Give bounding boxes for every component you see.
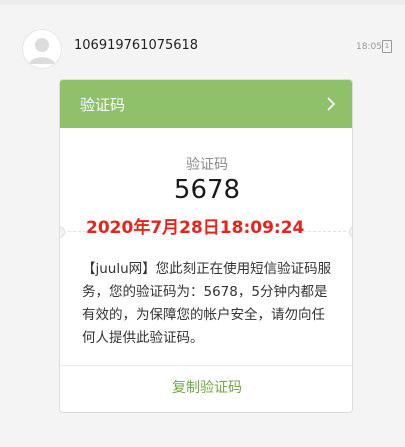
ticket-notch-left [60, 226, 65, 238]
verification-code: 5678 [173, 175, 241, 205]
card-title: 验证码 [80, 96, 126, 114]
person-icon [23, 30, 61, 68]
sender-number: 106919761075618 [74, 38, 199, 53]
message-body: 【juulu网】您此刻正在使用短信验证码服务，您的验证码为：5678，5分钟内都… [82, 261, 332, 346]
sim-slot-badge: 1 [382, 40, 392, 53]
verification-card: 验证码 验证码 5678 2020年7月28日18:09:24 【juulu网】… [59, 79, 353, 413]
card-header[interactable]: 验证码 [60, 80, 352, 128]
top-divider [0, 0, 405, 5]
message-time: 18:05 [356, 42, 382, 52]
copy-code-button[interactable]: 复制验证码 [60, 377, 352, 397]
footer-divider [60, 365, 352, 366]
sender-avatar[interactable] [22, 29, 62, 69]
timestamp-watermark: 2020年7月28日18:09:24 [86, 218, 305, 238]
code-label: 验证码 [186, 157, 228, 173]
ticket-notch-right [349, 226, 352, 238]
chevron-right-icon [327, 97, 336, 111]
